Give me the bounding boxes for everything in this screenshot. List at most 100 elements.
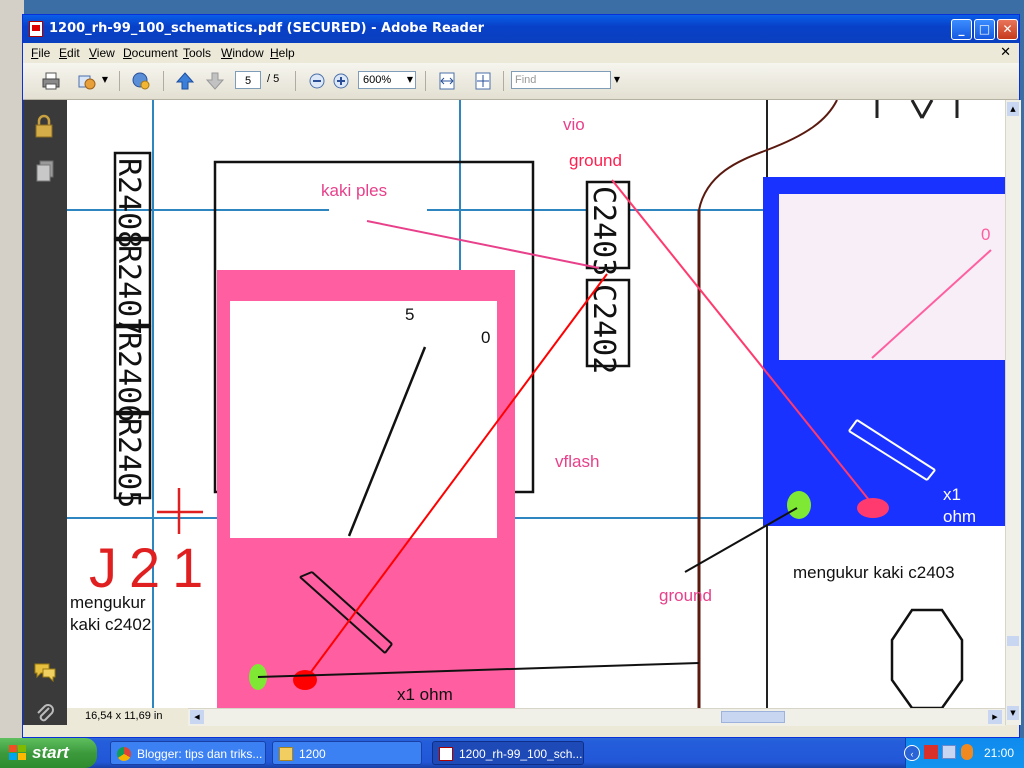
resistor-label-r2407: R2407 [111,245,146,335]
tray-expand-icon[interactable]: ‹ [904,745,920,761]
meter-right-scale-0: 0 [981,225,990,244]
scroll-down-icon[interactable]: ▼ [1007,706,1019,720]
meter-left-scale-0: 0 [481,328,490,347]
task-blogger[interactable]: Blogger: tips dan triks... [110,741,266,765]
resistor-label-r2405: R2405 [111,418,146,508]
meter-right: 0 x1 ohm [763,177,1005,526]
pdf-app-icon [29,21,43,37]
folder-icon [279,747,293,761]
resistor-label-r2408: R2408 [111,158,146,248]
scroll-up-icon[interactable]: ▲ [1007,102,1019,116]
meter-right-probe-green [787,491,811,519]
toolbar-separator [163,71,164,91]
network-tray-icon[interactable] [942,745,956,759]
page-number-input[interactable]: 5 [235,71,261,89]
meter-left: 5 0 x1 ohm [217,270,515,708]
menu-document[interactable]: Document [123,46,178,60]
zoom-out-icon[interactable] [307,71,327,91]
toolbar-separator [119,71,120,91]
chrome-icon [117,747,131,761]
menu-edit[interactable]: Edit [59,46,80,60]
navigation-pane [23,100,67,725]
toolbar-separator [295,71,296,91]
horizontal-scroll-thumb[interactable] [721,711,785,723]
schematic-page: R2408 R2407 R2406 R2405 C2403 C2402 J215 [67,100,1005,708]
vertical-scrollbar[interactable]: ▲ ▼ [1005,100,1021,725]
previous-page-icon[interactable] [175,71,195,91]
print-icon[interactable] [41,71,61,91]
label-vflash: vflash [555,452,599,471]
attachments-icon[interactable] [35,702,55,724]
task-label-folder: 1200 [299,747,326,761]
menu-help[interactable]: Help [270,46,295,60]
capacitor-label-c2403: C2403 [586,186,621,276]
meter-left-scale-5: 5 [405,305,414,324]
taskbar: start Blogger: tips dan triks... 1200 12… [0,738,1024,768]
caption-right: mengukur kaki c2403 [793,563,955,582]
minimize-button[interactable]: _ [951,19,972,40]
vertical-scroll-thumb[interactable] [1007,636,1019,646]
task-label-adobe-reader: 1200_rh-99_100_sch... [459,747,583,761]
scroll-left-icon[interactable]: ◀ [190,710,204,724]
lock-icon[interactable] [33,114,55,138]
meter-right-range-line1: x1 [943,485,961,504]
meter-right-probe-red [857,498,889,518]
label-ground-bottom: ground [659,586,712,605]
kaki-ples-label-bg [329,206,427,220]
menu-window[interactable]: Window [221,46,264,60]
zoom-in-icon[interactable] [331,71,351,91]
task-label-blogger: Blogger: tips dan triks... [137,747,263,761]
wire-pink-kaki-ples [366,220,600,269]
document-view[interactable]: R2408 R2407 R2406 R2405 C2403 C2402 J215 [67,100,1005,708]
desktop-background-strip [0,0,24,738]
start-button[interactable]: start [0,738,97,768]
menu-bar: File Edit View Document Tools Window Hel… [23,43,1019,63]
toolbar-separator [425,71,426,91]
fit-page-icon[interactable] [473,71,493,91]
toolbar-separator [503,71,504,91]
label-vio: vio [563,115,585,134]
meter-right-range-line2: ohm [943,507,976,526]
find-input[interactable]: Find [511,71,611,89]
page-total: / 5 [267,73,280,85]
system-tray: ‹ 21:00 [904,738,1024,768]
next-page-icon[interactable] [205,71,225,91]
clock: 21:00 [984,746,1015,760]
task-adobe-reader[interactable]: 1200_rh-99_100_sch... [432,741,584,765]
scroll-right-icon[interactable]: ▶ [988,710,1002,724]
window-title: 1200_rh-99_100_schematics.pdf (SECURED) … [49,21,485,36]
share-icon[interactable] [77,71,97,91]
cross-marker [157,488,203,534]
maximize-button[interactable]: □ [974,19,995,40]
fit-width-icon[interactable] [437,71,457,91]
caption-left-line2: kaki c2402 [70,615,151,634]
avast-tray-icon[interactable] [961,744,973,760]
menu-file[interactable]: File [31,46,50,60]
pages-icon[interactable] [35,160,55,182]
toolbar: ▼ 5 / 5 600% ▼ Find ▼ [23,63,1019,100]
caption-left-line1: mengukur [70,593,146,612]
comments-icon[interactable] [33,662,57,682]
find-dropdown-icon[interactable]: ▼ [611,71,623,89]
collaborate-icon[interactable] [131,71,151,91]
page-size-status: 16,54 x 11,69 in [67,708,188,725]
share-dropdown-icon[interactable]: ▼ [99,71,111,89]
close-document-icon[interactable]: ✕ [1000,45,1011,60]
windows-logo-icon [9,745,26,760]
adobe-reader-window: 1200_rh-99_100_schematics.pdf (SECURED) … [22,14,1021,738]
label-ground-top: ground [569,151,622,170]
octagon-component [890,608,964,708]
horizontal-scrollbar[interactable]: ◀ ▶ [188,708,1005,726]
title-bar[interactable]: 1200_rh-99_100_schematics.pdf (SECURED) … [23,15,1019,43]
zoom-dropdown-icon[interactable]: ▼ [404,71,416,89]
close-button[interactable]: ✕ [997,19,1018,40]
menu-view[interactable]: View [89,46,115,60]
start-label: start [32,743,69,762]
menu-tools[interactable]: Tools [183,46,211,60]
adobe-tray-icon[interactable] [924,745,938,759]
label-kaki-ples: kaki ples [321,181,387,200]
resistor-label-r2406: R2406 [111,332,146,422]
task-folder[interactable]: 1200 [272,741,422,765]
pdf-icon [439,747,453,761]
meter-left-range: x1 ohm [397,685,453,704]
